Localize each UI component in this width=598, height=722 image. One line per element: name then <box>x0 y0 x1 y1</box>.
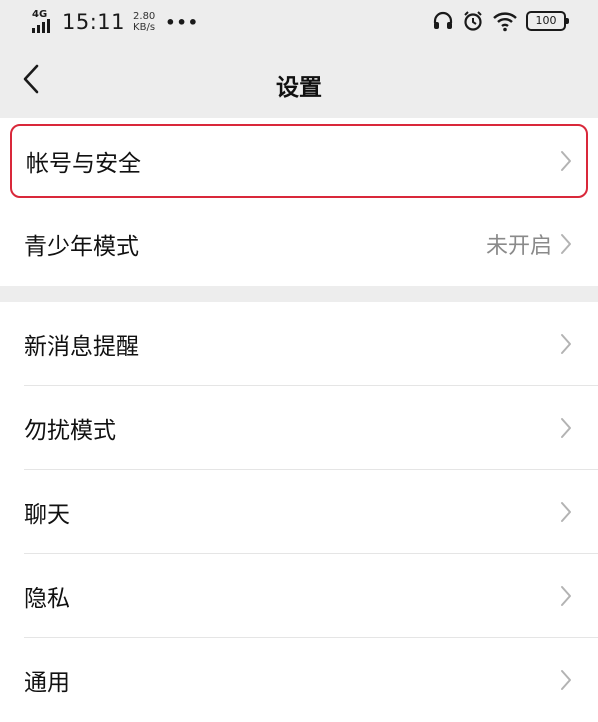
settings-group-account: 帐号与安全 青少年模式 未开启 <box>0 124 598 286</box>
settings-group-general: 新消息提醒 勿扰模式 聊天 隐私 通用 <box>0 302 598 722</box>
speed-value: 2.80 <box>133 11 156 22</box>
chevron-right-icon <box>560 669 572 697</box>
settings-item-label: 勿扰模式 <box>24 418 116 444</box>
status-right: 100 <box>432 10 569 32</box>
alarm-icon <box>462 10 484 32</box>
chevron-right-icon <box>560 417 572 445</box>
status-bar: 4G 15:11 2.80 KB/s ••• 100 <box>0 0 598 44</box>
group-separator <box>0 286 598 302</box>
settings-item-teen-mode[interactable]: 青少年模式 未开启 <box>0 202 598 286</box>
settings-item-label: 通用 <box>24 670 70 696</box>
chevron-right-icon <box>560 333 572 361</box>
settings-item-general[interactable]: 通用 <box>0 638 598 722</box>
more-notifications-icon: ••• <box>165 12 199 32</box>
top-area: 4G 15:11 2.80 KB/s ••• 100 设置 <box>0 0 598 118</box>
chevron-right-icon <box>560 585 572 613</box>
settings-item-privacy[interactable]: 隐私 <box>0 554 598 638</box>
settings-item-label: 新消息提醒 <box>24 334 139 360</box>
status-left: 4G 15:11 2.80 KB/s ••• <box>32 9 199 34</box>
settings-item-label: 帐号与安全 <box>26 151 141 177</box>
headset-icon <box>432 10 454 32</box>
settings-item-new-message-alerts[interactable]: 新消息提醒 <box>0 302 598 386</box>
settings-item-value: 未开启 <box>485 234 552 259</box>
wifi-icon <box>492 10 518 32</box>
network-speed: 2.80 KB/s <box>133 11 155 33</box>
status-time: 15:11 <box>62 10 126 34</box>
chevron-right-icon <box>560 150 572 178</box>
signal-icon: 4G <box>32 9 56 33</box>
chevron-right-icon <box>560 233 572 261</box>
settings-item-label: 青少年模式 <box>24 234 139 260</box>
settings-item-label: 聊天 <box>24 502 70 528</box>
settings-item-label: 隐私 <box>24 586 70 612</box>
speed-unit: KB/s <box>133 22 156 33</box>
settings-item-chat[interactable]: 聊天 <box>0 470 598 554</box>
battery-icon: 100 <box>526 11 569 31</box>
nav-bar: 设置 <box>0 44 598 118</box>
settings-item-account-security[interactable]: 帐号与安全 <box>10 124 588 198</box>
page-title: 设置 <box>276 75 322 101</box>
settings-item-do-not-disturb[interactable]: 勿扰模式 <box>0 386 598 470</box>
chevron-right-icon <box>560 501 572 529</box>
